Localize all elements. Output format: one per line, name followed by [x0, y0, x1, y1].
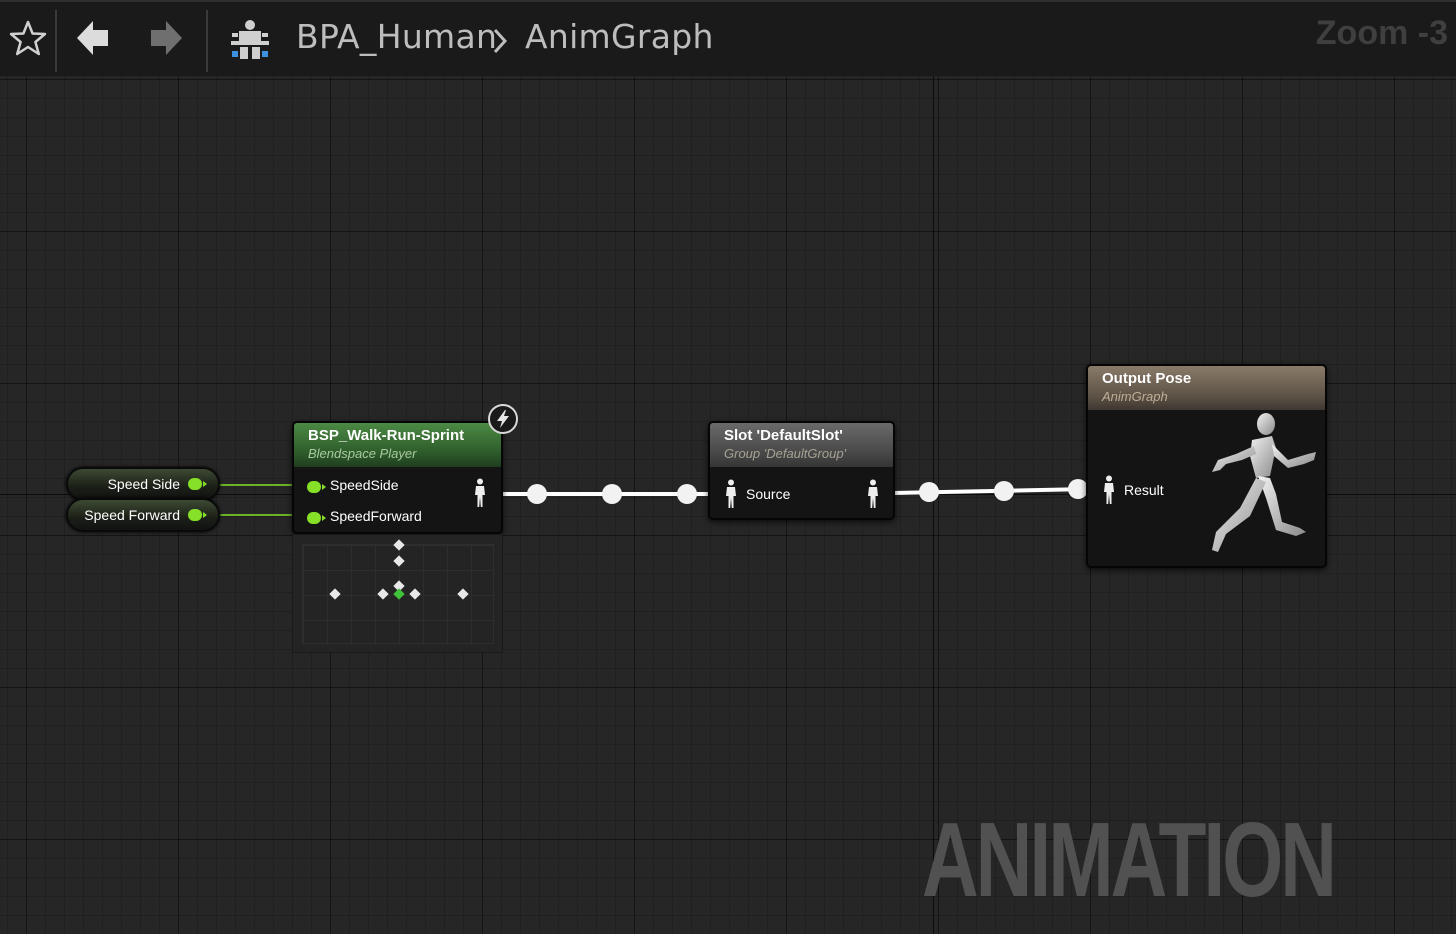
speedside-input-pin[interactable] — [307, 481, 326, 493]
breadcrumb-blueprint[interactable]: BPA_Human — [296, 17, 497, 56]
pin-label-speedforward: SpeedForward — [330, 508, 422, 524]
blend-sample-point — [329, 588, 341, 600]
speedforward-input-pin[interactable] — [307, 512, 326, 524]
blend-current-position — [393, 588, 405, 600]
node-title: Output Pose — [1102, 370, 1192, 387]
node-title: Slot 'DefaultSlot' — [724, 427, 843, 444]
pose-input-pin-icon[interactable] — [1102, 475, 1116, 510]
graph-toolbar: BPA_Human AnimGraph Zoom -3 — [0, 0, 1456, 76]
pose-input-pin-icon[interactable] — [724, 479, 738, 514]
node-header: BSP_Walk-Run-Sprint Blendspace Player — [294, 423, 501, 467]
graph-type-watermark: ANIMATION — [922, 801, 1337, 919]
node-subtitle: Group 'DefaultGroup' — [724, 446, 847, 461]
blend-sample-point — [377, 588, 389, 600]
pin-label-source: Source — [746, 486, 791, 502]
anim-blueprint-icon — [230, 19, 270, 66]
pose-output-pin-icon[interactable] — [473, 478, 487, 513]
blend-sample-point — [393, 555, 405, 567]
node-header: Output Pose AnimGraph — [1088, 366, 1325, 410]
node-subtitle: AnimGraph — [1102, 389, 1168, 404]
back-arrow-icon[interactable] — [76, 19, 110, 62]
blend-sample-point — [393, 539, 405, 551]
breadcrumb-graph[interactable]: AnimGraph — [525, 17, 714, 56]
float-output-pin[interactable] — [188, 478, 207, 490]
blendspace-preview — [292, 534, 503, 653]
variable-label: Speed Side — [107, 476, 180, 492]
blend-sample-point — [409, 588, 421, 600]
blendspace-preview-grid — [302, 539, 494, 644]
node-blendspace-player[interactable]: BSP_Walk-Run-Sprint Blendspace Player Sp… — [292, 421, 503, 534]
float-output-pin[interactable] — [188, 509, 207, 521]
chevron-right-icon — [490, 27, 510, 60]
running-mannequin-icon — [1196, 412, 1324, 566]
variable-label: Speed Forward — [84, 507, 180, 523]
blend-sample-point — [457, 588, 469, 600]
node-output-pose[interactable]: Output Pose AnimGraph Result — [1086, 364, 1327, 568]
pose-output-pin-icon[interactable] — [866, 479, 880, 514]
node-title: BSP_Walk-Run-Sprint — [308, 427, 465, 444]
toolbar-divider — [55, 10, 57, 72]
lightning-icon — [488, 404, 518, 434]
pin-label-speedside: SpeedSide — [330, 477, 399, 493]
star-icon[interactable] — [9, 20, 47, 61]
toolbar-divider — [206, 10, 208, 72]
variable-speed-side[interactable]: Speed Side — [66, 467, 220, 501]
node-header: Slot 'DefaultSlot' Group 'DefaultGroup' — [710, 423, 893, 467]
variable-speed-forward[interactable]: Speed Forward — [66, 498, 220, 532]
pin-label-result: Result — [1124, 482, 1164, 498]
forward-arrow-icon[interactable] — [149, 19, 183, 62]
zoom-level: Zoom -3 — [1315, 14, 1448, 52]
node-subtitle: Blendspace Player — [308, 446, 417, 461]
node-slot[interactable]: Slot 'DefaultSlot' Group 'DefaultGroup' … — [708, 421, 895, 520]
